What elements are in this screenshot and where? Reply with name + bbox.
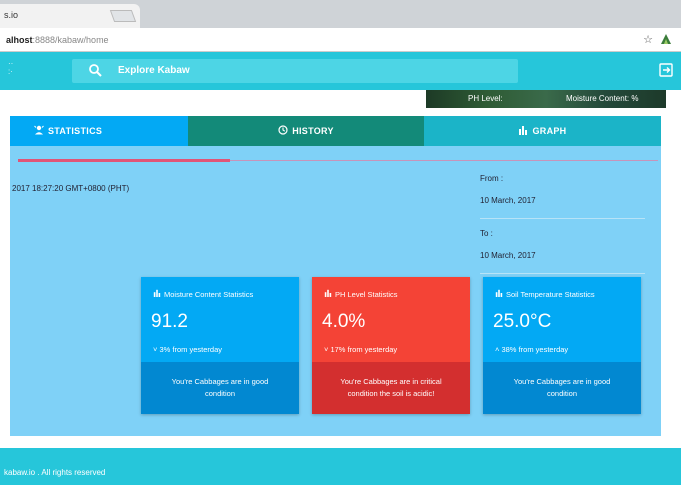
banner-moisture-label: Moisture Content: %	[566, 94, 639, 103]
loading-progress-bar	[18, 159, 230, 162]
card-status: You're Cabbages are in good condition	[483, 362, 641, 414]
statistics-panel: 2017 18:27:20 GMT+0800 (PHT) From : 10 M…	[10, 146, 661, 436]
search-icon	[89, 64, 102, 77]
card-status: You're Cabbages are in critical conditio…	[312, 362, 470, 414]
ph-card: PH Level Statistics 4.0% ˅ 17% from yest…	[312, 277, 470, 414]
sensor-banner: PH Level: Moisture Content: %	[426, 90, 666, 108]
history-icon	[278, 125, 288, 135]
from-label: From :	[480, 174, 504, 183]
section-tabs: STATISTICS HISTORY GRAPH	[10, 116, 661, 146]
extension-icon[interactable]	[659, 32, 673, 46]
address-bar[interactable]: alhost:8888/kabaw/home ☆	[0, 28, 681, 52]
top-navbar: ··:· Explore Kabaw	[0, 52, 681, 90]
card-change: ˄ 38% from yesterday	[495, 345, 569, 354]
bar-chart-icon	[519, 126, 528, 135]
card-value: 4.0%	[322, 311, 366, 332]
search-input[interactable]: Explore Kabaw	[118, 65, 190, 76]
card-value: 91.2	[151, 311, 188, 332]
bar-chart-icon	[153, 289, 161, 297]
new-tab-button[interactable]	[109, 10, 137, 22]
copyright-text: kabaw.io . All rights reserved	[4, 468, 106, 477]
bar-chart-icon	[495, 289, 503, 297]
logout-icon[interactable]	[659, 63, 673, 77]
date-range: From : 10 March, 2017 To : 10 March, 201…	[480, 174, 645, 284]
to-label: To :	[480, 229, 493, 238]
url-text: alhost:8888/kabaw/home	[6, 35, 109, 45]
card-title: Moisture Content Statistics	[153, 289, 253, 299]
browser-tab-strip: s.io ×	[0, 0, 681, 28]
menu-icon[interactable]: ··:·	[8, 60, 13, 76]
card-title: Soil Temperature Statistics	[495, 289, 595, 299]
soil-temperature-card: Soil Temperature Statistics 25.0°C ˄ 38%…	[483, 277, 641, 414]
card-change: ˅ 3% from yesterday	[153, 345, 222, 354]
search-bar[interactable]: Explore Kabaw	[72, 59, 518, 83]
tab-history[interactable]: HISTORY	[188, 116, 424, 146]
bookmark-star-icon[interactable]: ☆	[643, 33, 653, 46]
card-title: PH Level Statistics	[324, 289, 398, 299]
tab-statistics[interactable]: STATISTICS	[10, 116, 188, 146]
browser-tab-title: s.io	[4, 10, 19, 20]
moisture-card: Moisture Content Statistics 91.2 ˅ 3% fr…	[141, 277, 299, 414]
card-status: You're Cabbages are in good condition	[141, 362, 299, 414]
card-value: 25.0°C	[493, 311, 552, 332]
current-timestamp: 2017 18:27:20 GMT+0800 (PHT)	[12, 184, 130, 193]
tab-graph[interactable]: GRAPH	[424, 116, 661, 146]
person-alert-icon	[34, 125, 44, 135]
to-date-field[interactable]: 10 March, 2017	[480, 251, 645, 265]
card-change: ˅ 17% from yesterday	[324, 345, 398, 354]
page-footer: kabaw.io . All rights reserved	[0, 448, 681, 485]
banner-ph-label: PH Level:	[468, 94, 503, 103]
from-date-field[interactable]: 10 March, 2017	[480, 196, 645, 210]
bar-chart-icon	[324, 289, 332, 297]
